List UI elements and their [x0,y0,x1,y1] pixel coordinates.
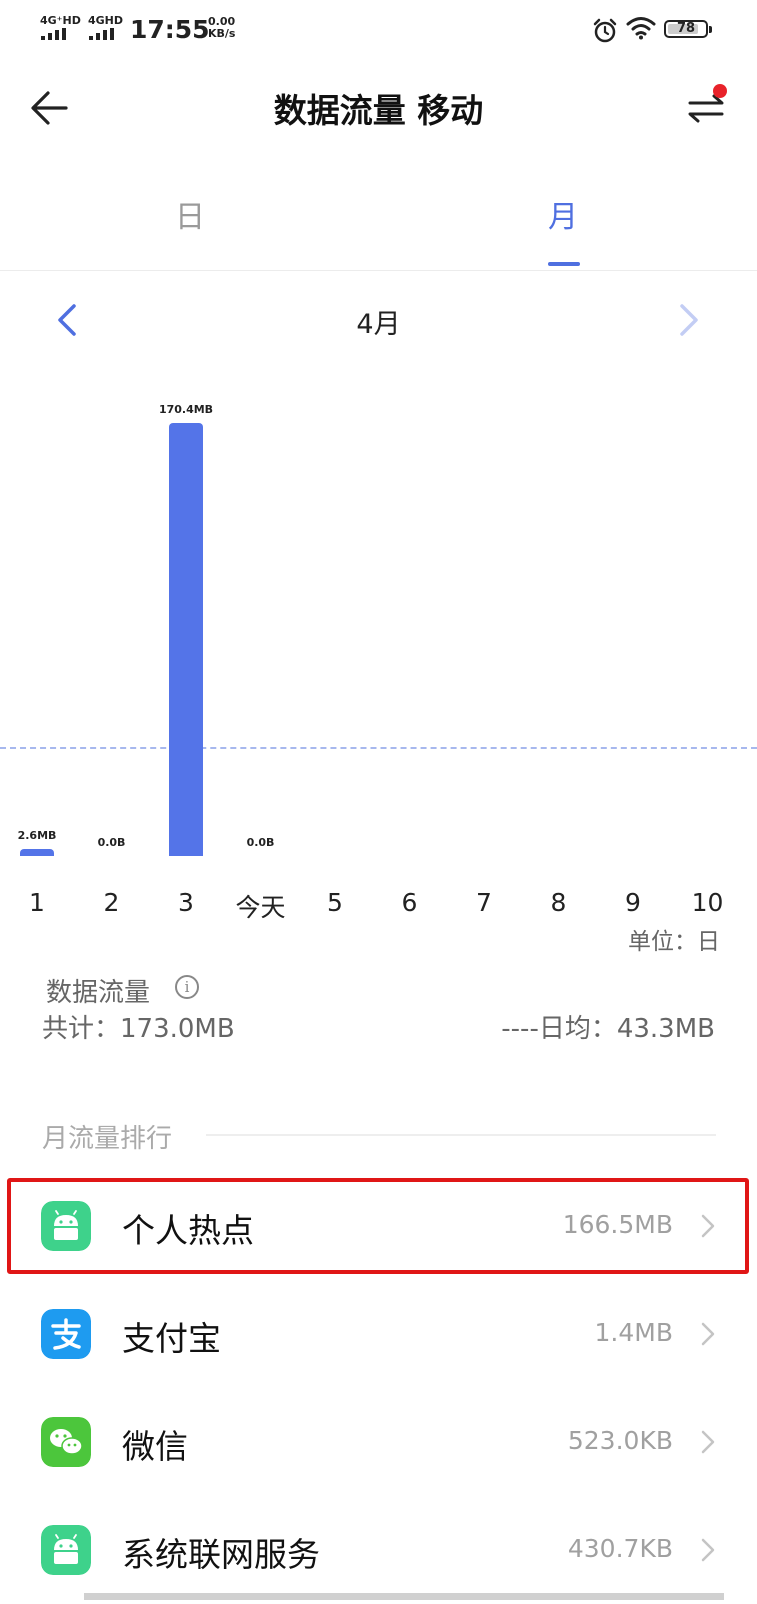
x-tick-label: 1 [29,888,45,917]
divider [0,270,757,271]
divider [206,1134,716,1136]
chevron-right-icon[interactable] [668,298,708,342]
alipay-icon [41,1309,91,1359]
app-row-wechat[interactable]: 微信 523.0KB [0,1386,757,1496]
app-usage: 1.4MB [594,1318,673,1347]
android-icon [41,1525,91,1575]
wifi-icon [626,17,656,40]
app-usage: 430.7KB [567,1534,673,1563]
highlight-box [7,1178,749,1274]
network-label-2: 4GHD [88,14,124,27]
unit-label: 单位：日 [628,929,720,955]
info-icon[interactable]: i [175,975,199,999]
chevron-right-icon [701,1538,715,1562]
x-tick-label: 8 [550,888,567,917]
page-title: 数据流量 移动 [273,91,484,130]
speed-unit: KB/s [208,27,236,40]
alarm-icon [593,18,617,43]
month-label: 4月 [356,309,401,340]
app-name: 系统联网服务 [122,1535,320,1574]
x-tick-label: 今天 [235,893,286,922]
chevron-right-icon [701,1322,715,1346]
battery-icon: 78 [664,20,712,38]
active-tab-indicator [548,262,580,266]
app-name: 微信 [122,1427,188,1466]
x-tick-label: 3 [178,888,194,917]
app-usage: 523.0KB [567,1426,673,1455]
bar-value-label: 170.4MB [158,403,214,416]
tab-day[interactable]: 日 [130,192,250,236]
tab-month[interactable]: 月 [503,192,623,236]
battery-level: 78 [676,21,696,36]
bar-value-label: 0.0B [97,836,126,849]
notification-dot [713,84,727,98]
status-bar: 4G⁺HD 4GHD 17:55 0.00 KB/s 78 [0,0,757,60]
daily-average: ----日均：43.3MB [501,1014,715,1044]
chart-bar [169,423,203,856]
bar-value-label: 0.0B [246,836,275,849]
summary-title: 数据流量 [46,978,151,1008]
wechat-icon [41,1417,91,1467]
network-speed: 0.00 KB/s [208,16,235,40]
scroll-edge [84,1593,724,1600]
x-tick-label: 6 [401,888,418,917]
clock: 17:55 [130,15,210,44]
ranking-title: 月流量排行 [42,1124,173,1154]
chart-bar [20,849,54,856]
total-usage: 共计：173.0MB [42,1014,235,1044]
x-tick-label: 9 [625,888,641,917]
x-tick-label: 5 [327,888,343,917]
app-name: 支付宝 [122,1319,221,1358]
bar-value-label: 2.6MB [17,829,57,842]
network-label-1: 4G⁺HD [40,14,81,27]
x-tick-label: 10 [691,888,724,917]
x-tick-label: 2 [103,888,120,917]
x-tick-label: 7 [476,888,492,917]
usage-bar-chart: 1 2.6MB 2 0.0B 3 170.4MB 今天 0.0B 5 6 7 8 9 10 [0,400,757,922]
chevron-right-icon [701,1430,715,1454]
app-row-system-network[interactable]: 系统联网服务 430.7KB [0,1494,757,1604]
app-row-alipay[interactable]: 支付宝 1.4MB [0,1278,757,1388]
average-line [0,747,757,749]
